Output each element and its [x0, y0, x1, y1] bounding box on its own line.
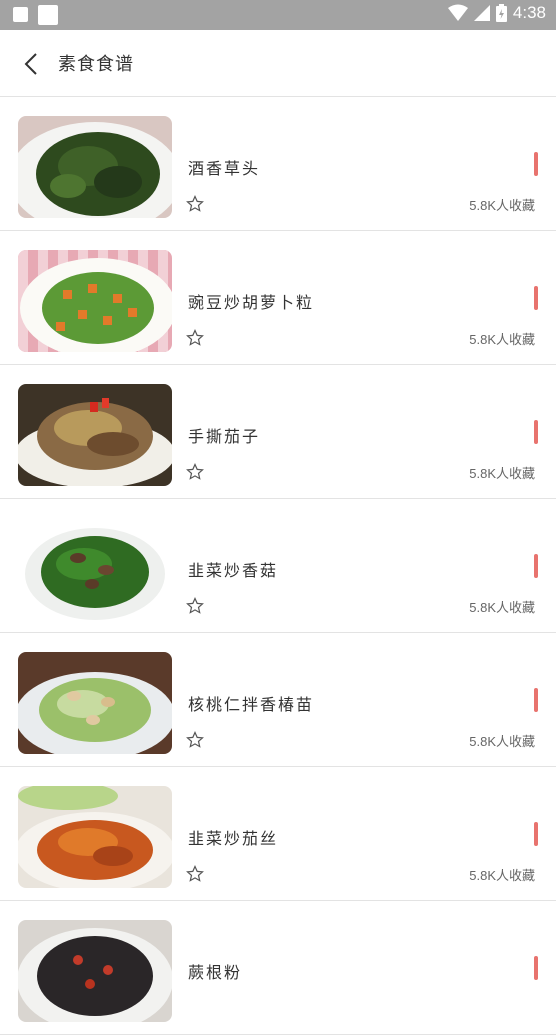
star-icon[interactable] — [186, 195, 204, 213]
recipe-name: 韭菜炒香菇 — [188, 561, 279, 580]
recipe-thumbnail — [18, 518, 172, 620]
favorites-count: 5.8K人收藏 — [469, 198, 535, 213]
battery-icon — [495, 4, 507, 22]
recipe-name: 核桃仁拌香椿苗 — [188, 695, 315, 714]
recipe-name: 韭菜炒茄丝 — [188, 829, 279, 848]
list-item[interactable]: 手撕茄子 5.8K人收藏 — [0, 365, 556, 499]
favorites-count: 5.8K人收藏 — [469, 332, 535, 347]
status-time: 4:38 — [512, 3, 546, 22]
recipe-name: 酒香草头 — [188, 159, 261, 178]
favorites-count: 5.8K人收藏 — [469, 734, 535, 749]
recipe-thumbnail — [18, 116, 172, 218]
recipe-thumbnail — [18, 652, 172, 754]
header: 素食食谱 — [0, 30, 556, 97]
accent-bar — [534, 286, 538, 310]
favorites-count: 5.8K人收藏 — [469, 868, 535, 883]
status-bar: 4:38 — [0, 0, 556, 30]
star-icon[interactable] — [186, 865, 204, 883]
recipe-name: 蕨根粉 — [188, 963, 243, 982]
favorites-count: 5.8K人收藏 — [469, 466, 535, 481]
accent-bar — [534, 554, 538, 578]
recipe-name: 手撕茄子 — [188, 427, 261, 446]
list-item[interactable]: 韭菜炒茄丝 5.8K人收藏 — [0, 767, 556, 901]
page-title: 素食食谱 — [58, 54, 134, 75]
star-icon[interactable] — [186, 463, 204, 481]
accent-bar — [534, 688, 538, 712]
notification-icon — [13, 7, 28, 22]
star-icon[interactable] — [186, 731, 204, 749]
accent-bar — [534, 420, 538, 444]
accent-bar — [534, 956, 538, 980]
accent-bar — [534, 152, 538, 176]
signal-icon — [473, 5, 490, 21]
recipe-thumbnail — [18, 786, 172, 888]
list-item[interactable]: 豌豆炒胡萝卜粒 5.8K人收藏 — [0, 231, 556, 365]
accent-bar — [534, 822, 538, 846]
list-item[interactable]: 蕨根粉 — [0, 901, 556, 1035]
star-icon[interactable] — [186, 597, 204, 615]
list-item[interactable]: 韭菜炒香菇 5.8K人收藏 — [0, 499, 556, 633]
star-icon[interactable] — [186, 329, 204, 347]
wifi-icon — [447, 4, 468, 21]
recipe-thumbnail — [18, 920, 172, 1022]
list-item[interactable]: 酒香草头 5.8K人收藏 — [0, 97, 556, 231]
recipe-list: 酒香草头 5.8K人收藏 豌豆炒胡萝卜粒 5.8K人收藏 手撕茄子 5.8K人收… — [0, 97, 556, 1035]
list-item[interactable]: 核桃仁拌香椿苗 5.8K人收藏 — [0, 633, 556, 767]
favorites-count: 5.8K人收藏 — [469, 600, 535, 615]
notification-icon-2 — [38, 5, 58, 25]
recipe-name: 豌豆炒胡萝卜粒 — [188, 293, 315, 312]
back-arrow-icon[interactable] — [20, 50, 44, 78]
recipe-thumbnail — [18, 250, 172, 352]
recipe-thumbnail — [18, 384, 172, 486]
